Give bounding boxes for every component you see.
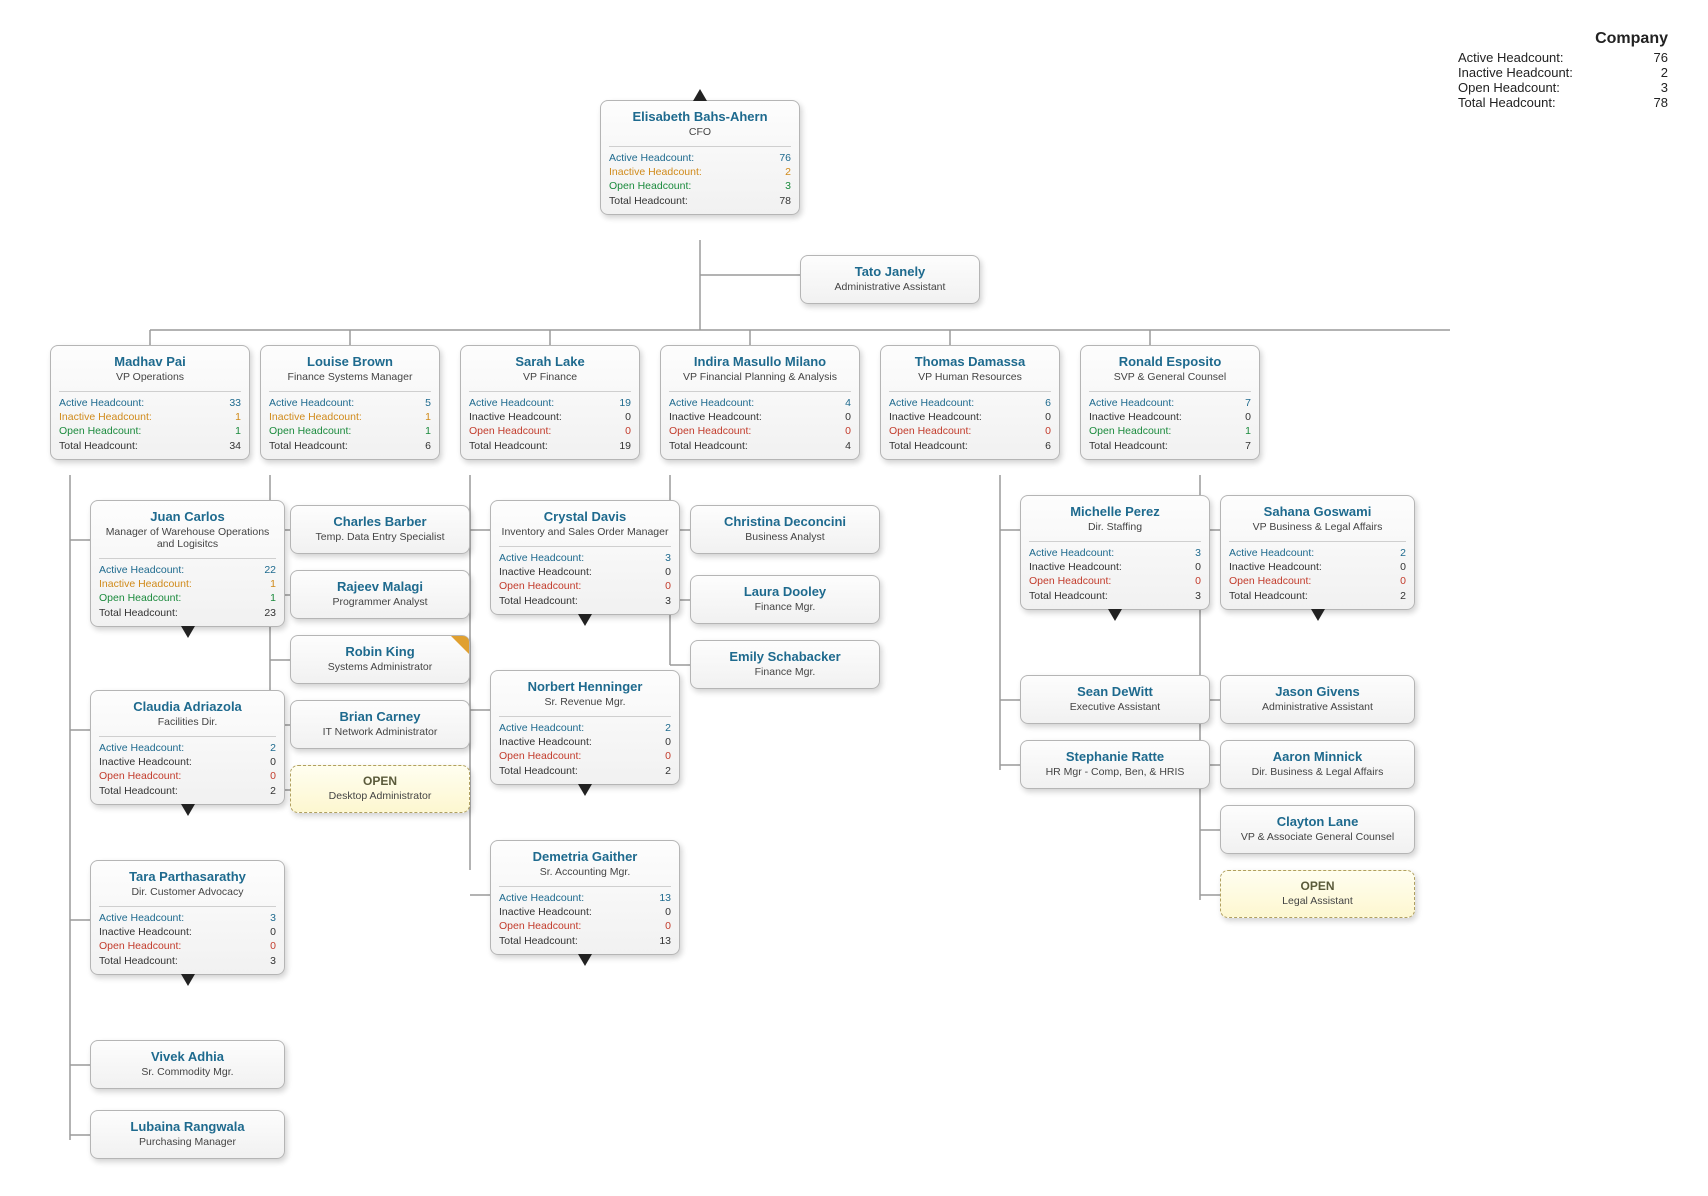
node-robin[interactable]: Robin King Systems Administrator	[290, 635, 470, 684]
node-stephanie[interactable]: Stephanie Ratte HR Mgr - Comp, Ben, & HR…	[1020, 740, 1210, 789]
node-norbert[interactable]: Norbert Henninger Sr. Revenue Mgr. Activ…	[490, 670, 680, 785]
node-clayton[interactable]: Clayton Lane VP & Associate General Coun…	[1220, 805, 1415, 854]
node-crystal[interactable]: Crystal Davis Inventory and Sales Order …	[490, 500, 680, 615]
node-michelle[interactable]: Michelle Perez Dir. Staffing Active Head…	[1020, 495, 1210, 610]
expand-down-icon[interactable]	[1311, 609, 1325, 621]
node-madhav[interactable]: Madhav Pai VP Operations Active Headcoun…	[50, 345, 250, 460]
node-tara[interactable]: Tara Parthasarathy Dir. Customer Advocac…	[90, 860, 285, 975]
node-aaron[interactable]: Aaron Minnick Dir. Business & Legal Affa…	[1220, 740, 1415, 789]
nav-up-icon[interactable]	[693, 89, 707, 101]
node-ronald[interactable]: Ronald Esposito SVP & General Counsel Ac…	[1080, 345, 1260, 460]
expand-down-icon[interactable]	[181, 804, 195, 816]
node-claudia[interactable]: Claudia Adriazola Facilities Dir. Active…	[90, 690, 285, 805]
node-louise[interactable]: Louise Brown Finance Systems Manager Act…	[260, 345, 440, 460]
expand-down-icon[interactable]	[578, 614, 592, 626]
node-juan[interactable]: Juan Carlos Manager of Warehouse Operati…	[90, 500, 285, 627]
node-open-legal-assistant[interactable]: OPEN Legal Assistant	[1220, 870, 1415, 918]
node-rajeev[interactable]: Rajeev Malagi Programmer Analyst	[290, 570, 470, 619]
node-demetria[interactable]: Demetria Gaither Sr. Accounting Mgr. Act…	[490, 840, 680, 955]
node-christina[interactable]: Christina Deconcini Business Analyst	[690, 505, 880, 554]
node-thomas[interactable]: Thomas Damassa VP Human Resources Active…	[880, 345, 1060, 460]
expand-down-icon[interactable]	[578, 784, 592, 796]
expand-down-icon[interactable]	[181, 626, 195, 638]
node-cfo[interactable]: Elisabeth Bahs-Ahern CFO Active Headcoun…	[600, 100, 800, 215]
expand-down-icon[interactable]	[181, 974, 195, 986]
node-sahana[interactable]: Sahana Goswami VP Business & Legal Affai…	[1220, 495, 1415, 610]
node-sean[interactable]: Sean DeWitt Executive Assistant	[1020, 675, 1210, 724]
node-indira[interactable]: Indira Masullo Milano VP Financial Plann…	[660, 345, 860, 460]
expand-down-icon[interactable]	[1108, 609, 1122, 621]
summary-title: Company	[1458, 30, 1668, 48]
node-open-desktop-admin[interactable]: OPEN Desktop Administrator	[290, 765, 470, 813]
node-jason[interactable]: Jason Givens Administrative Assistant	[1220, 675, 1415, 724]
node-laura[interactable]: Laura Dooley Finance Mgr.	[690, 575, 880, 624]
node-tato[interactable]: Tato Janely Administrative Assistant	[800, 255, 980, 304]
node-charles[interactable]: Charles Barber Temp. Data Entry Speciali…	[290, 505, 470, 554]
node-vivek[interactable]: Vivek Adhia Sr. Commodity Mgr.	[90, 1040, 285, 1089]
company-summary: Company Active Headcount:76 Inactive Hea…	[1458, 30, 1668, 110]
node-sarah[interactable]: Sarah Lake VP Finance Active Headcount:1…	[460, 345, 640, 460]
note-icon	[451, 636, 469, 654]
node-lubaina[interactable]: Lubaina Rangwala Purchasing Manager	[90, 1110, 285, 1159]
node-brian[interactable]: Brian Carney IT Network Administrator	[290, 700, 470, 749]
node-emily[interactable]: Emily Schabacker Finance Mgr.	[690, 640, 880, 689]
expand-down-icon[interactable]	[578, 954, 592, 966]
